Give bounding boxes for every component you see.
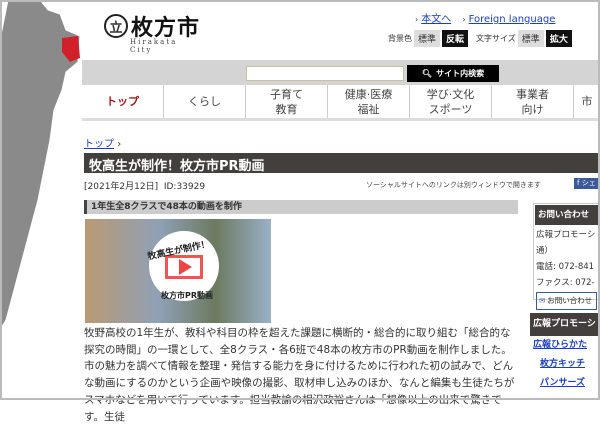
nav-top[interactable]: トップ xyxy=(82,85,164,118)
chevron-right-icon: › xyxy=(117,139,121,150)
contact-dept: 広報プロモーシ xyxy=(536,227,597,243)
foreign-language-link[interactable]: Foreign language xyxy=(469,14,556,25)
search-button[interactable]: 🔍︎ サイト内検索 xyxy=(407,65,499,82)
contact-heading: お問い合わせ xyxy=(535,205,598,225)
chevron-right-icon: › xyxy=(415,15,418,24)
promo-link-2[interactable]: 枚方キッチ xyxy=(540,355,600,374)
social-note: ソーシャルサイトへのリンクは別ウィンドウで開きます xyxy=(366,180,541,190)
accessibility-controls: 背景色 標準 反転 文字サイズ 標準 拡大 xyxy=(388,30,572,47)
chevron-right-icon: › xyxy=(462,15,465,24)
search-input[interactable] xyxy=(246,66,404,81)
promo-heading: 広報プロモーシ xyxy=(530,313,600,336)
contact-dept-cont: 通） xyxy=(536,243,597,259)
nav-living[interactable]: くらし xyxy=(164,85,246,118)
paragraph-2: 市の魅力を調べて情報を整理・発信する能力を身に付けるために行われた初の試みで、ど… xyxy=(84,358,520,426)
size-large-button[interactable]: 拡大 xyxy=(546,30,572,47)
promo-link-1[interactable]: 広報ひらかた xyxy=(533,336,600,355)
nav-business[interactable]: 事業者 向け xyxy=(492,85,574,118)
play-icon xyxy=(179,259,192,275)
page-title: 牧高生が制作！枚方市PR動画 xyxy=(84,153,600,173)
mail-icon: ✉ xyxy=(539,293,545,309)
top-links: ›本文へ ›Foreign language xyxy=(415,10,563,25)
promo-box: 広報プロモーシ 広報ひらかた 枚方キッチ パンサーズ xyxy=(530,313,600,393)
font-size-label: 文字サイズ xyxy=(476,33,516,44)
logo-sub: Hirakata City xyxy=(130,38,200,54)
breadcrumb: トップ › xyxy=(84,135,121,150)
contact-mail-label: お問い合わせ xyxy=(547,293,592,309)
nav-city[interactable]: 市 xyxy=(574,85,600,118)
nav-health[interactable]: 健康·医療 福祉 xyxy=(328,85,410,118)
section-heading: 1年生全8クラスで48本の動画を制作 xyxy=(84,200,518,214)
skip-to-content-link[interactable]: 本文へ xyxy=(421,14,451,25)
paragraph-1: 牧野高校の1年生が、教科や科目の枠を超えた課題に横断的・総合的に取り組む「総合的… xyxy=(84,325,520,359)
thumb-caption-2: 枚方市PR動画 xyxy=(161,290,213,301)
video-thumbnail[interactable]: 牧高生が制作！ 枚方市PR動画 xyxy=(85,219,271,323)
page-id: ID:33929 xyxy=(164,182,205,192)
contact-fax: ファクス: 072- xyxy=(536,275,597,291)
facebook-share-button[interactable]: f シェ xyxy=(574,178,600,189)
nav-childcare[interactable]: 子育て 教育 xyxy=(246,85,328,118)
contact-mail-button[interactable]: ✉お問い合わせ xyxy=(536,292,597,310)
nav-culture[interactable]: 学び·文化 スポーツ xyxy=(410,85,492,118)
bg-standard-button[interactable]: 標準 xyxy=(414,30,440,47)
breadcrumb-top[interactable]: トップ xyxy=(84,139,114,150)
contact-box: お問い合わせ 広報プロモーシ 通） 電話: 072-841 ファクス: 072-… xyxy=(533,203,600,300)
bg-color-label: 背景色 xyxy=(388,33,412,44)
bg-invert-button[interactable]: 反転 xyxy=(442,30,468,47)
promo-link-3[interactable]: パンサーズ xyxy=(540,374,600,393)
site-logo[interactable]: 立 枚方市 Hirakata City xyxy=(104,10,200,42)
publish-date: [2021年2月12日] xyxy=(84,182,158,192)
city-emblem-icon: 立 xyxy=(104,14,128,38)
article-meta: [2021年2月12日] ID:33929 xyxy=(84,179,205,192)
contact-tel: 電話: 072-841 xyxy=(536,259,597,275)
main-nav: トップ くらし 子育て 教育 健康·医療 福祉 学び·文化 スポーツ 事業者 向… xyxy=(82,85,600,121)
search-icon: 🔍︎ xyxy=(422,69,432,78)
size-standard-button[interactable]: 標準 xyxy=(518,30,544,47)
search-button-label: サイト内検索 xyxy=(436,68,484,79)
osaka-map xyxy=(0,0,82,400)
